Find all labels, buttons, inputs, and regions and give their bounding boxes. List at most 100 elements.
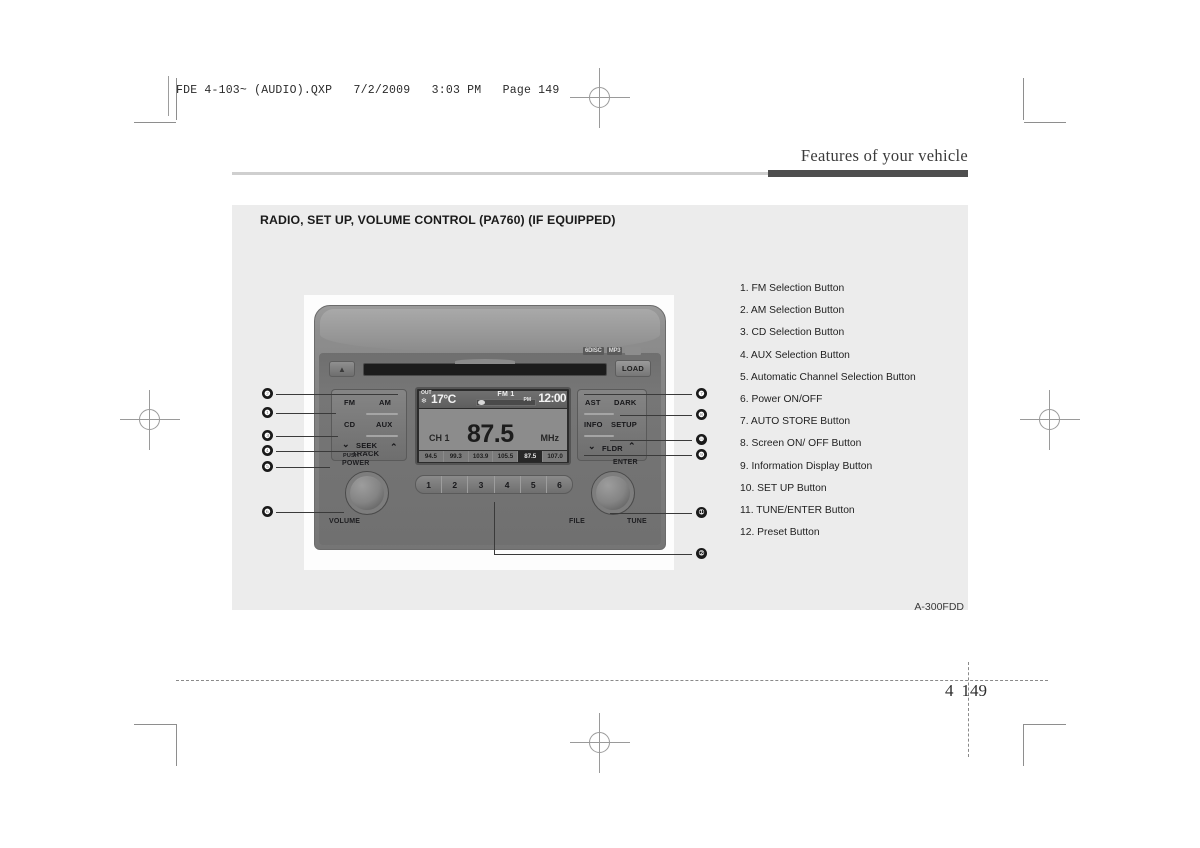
outside-temp-label: OUT: [421, 390, 432, 396]
band-label: FM 1: [497, 391, 515, 398]
fm-button[interactable]: FM: [344, 398, 355, 407]
six-disc-badge: 6DISC: [583, 347, 604, 355]
seek-up-icon[interactable]: ⌃: [390, 442, 398, 453]
clock-time: 12:00: [538, 391, 566, 405]
crop-mark-br-h: [1024, 724, 1066, 725]
list-item: 8. Screen ON/ OFF Button: [740, 438, 862, 450]
list-item: 5. Automatic Channel Selection Button: [740, 371, 916, 383]
callout-marker-8: ❽: [696, 409, 707, 420]
leader-line: [584, 394, 692, 395]
list-item: 1. FM Selection Button: [740, 283, 845, 294]
callout-marker-10: ❿: [696, 434, 707, 445]
preset-button-3[interactable]: 3: [468, 476, 495, 493]
list-item: 3. CD Selection Button: [740, 327, 845, 339]
volume-power-knob[interactable]: [345, 471, 389, 515]
page-number-chapter: 4: [945, 681, 954, 700]
setup-button[interactable]: SETUP: [611, 420, 637, 429]
dark-button[interactable]: DARK: [614, 398, 636, 407]
page-number: 4 149: [945, 681, 987, 701]
preset-button-6[interactable]: 6: [547, 476, 572, 493]
am-button[interactable]: AM: [379, 398, 391, 407]
section-heading: RADIO, SET UP, VOLUME CONTROL (PA760) (I…: [260, 213, 616, 227]
chapter-title: Features of your vehicle: [800, 146, 968, 165]
callout-marker-2: ❷: [262, 388, 273, 399]
registration-mark-top: [570, 68, 630, 128]
volume-label: VOLUME: [329, 518, 361, 525]
frequency-value: 87.5: [467, 420, 514, 448]
callout-marker-4: ❹: [262, 445, 273, 456]
crop-mark-tr-h: [1024, 122, 1066, 123]
lcd-preset-2: 99.3: [444, 451, 469, 462]
lcd-preset-1: 94.5: [419, 451, 444, 462]
crop-mark-bl-h: [134, 724, 176, 725]
power-label: POWER: [342, 460, 370, 467]
crop-mark-tl-h: [134, 122, 176, 123]
eject-button[interactable]: ▲: [329, 361, 355, 377]
preset-button-1[interactable]: 1: [416, 476, 443, 493]
list-item: 2. AM Selection Button: [740, 305, 845, 317]
lcd-preset-4: 105.5: [493, 451, 519, 462]
push-label: PUSH: [343, 453, 360, 459]
media-format-badges: 6DISC MP3: [583, 347, 642, 355]
leader-line-vertical: [494, 502, 495, 554]
figure-code: A-300FDD: [914, 601, 964, 613]
preset-button-5[interactable]: 5: [521, 476, 547, 493]
preset-button-4[interactable]: 4: [495, 476, 521, 493]
callout-legend: 1. FM Selection Button 2. AM Selection B…: [740, 283, 976, 549]
list-item: 11. TUNE/ENTER Button: [740, 504, 855, 516]
file-stamp: FDE 4-103~ (AUDIO).QXP 7/2/2009 3:03 PM …: [176, 84, 560, 97]
lcd-status-bar: OUT ❄ 17°C FM 1 PM 12:00: [419, 390, 567, 408]
registration-mark-bottom: [570, 713, 630, 773]
figure-panel: RADIO, SET UP, VOLUME CONTROL (PA760) (I…: [232, 205, 968, 613]
cd-button[interactable]: CD: [344, 420, 355, 429]
callout-marker-11: ➀: [696, 507, 707, 518]
bank-divider: [584, 435, 614, 437]
chapter-rule-light: [232, 172, 768, 175]
footer-crop-line-vertical: [968, 662, 969, 757]
info-button[interactable]: INFO: [584, 420, 603, 429]
enter-label: ENTER: [613, 459, 638, 466]
folder-down-icon[interactable]: ⌄: [588, 441, 596, 452]
crop-mark-tr-v: [1023, 78, 1024, 120]
list-item: 12. Preset Button: [740, 527, 820, 539]
seek-down-icon[interactable]: ⌄: [342, 439, 350, 450]
tune-knob-group: ENTER FILE TUNE: [569, 459, 647, 525]
page-number-value: 149: [961, 681, 988, 700]
footer-crop-line: [176, 680, 1048, 681]
leader-line: [276, 467, 330, 468]
bank-divider: [366, 413, 398, 415]
lcd-preset-3: 103.9: [469, 451, 494, 462]
leader-line: [620, 415, 692, 416]
callout-marker-7: ❼: [696, 388, 707, 399]
lcd-preset-6: 107.0: [547, 453, 563, 460]
function-button-bank: AST DARK INFO SETUP ⌄ FLDR ⌃: [577, 389, 647, 461]
tune-label: TUNE: [627, 518, 647, 525]
frequency-unit: MHz: [540, 433, 560, 443]
leader-line: [494, 554, 692, 555]
registration-mark-right: [1020, 390, 1080, 450]
callout-marker-9: ❾: [696, 449, 707, 460]
leader-line: [276, 436, 338, 437]
aux-button[interactable]: AUX: [376, 420, 392, 429]
leader-line: [276, 512, 344, 513]
ast-button[interactable]: AST: [585, 398, 601, 407]
crop-mark-bl-v: [176, 724, 177, 766]
head-unit-top-bezel: [320, 309, 660, 351]
callout-marker-1: ❶: [262, 407, 273, 418]
lcd-main-area: CH 1 87.5 MHz: [419, 409, 567, 450]
format-badge: [625, 347, 642, 355]
preset-button-2[interactable]: 2: [442, 476, 469, 493]
tune-enter-knob[interactable]: [591, 471, 635, 515]
callout-marker-6: ❻: [262, 506, 273, 517]
lcd-preset-strip: 94.5 99.3 103.9 105.5 87.5 107.0: [419, 451, 567, 462]
crop-mark-br-v: [1023, 724, 1024, 766]
preset-button-row: 1 2 3 4 5 6: [415, 475, 573, 494]
folder-up-icon[interactable]: ⌃: [628, 441, 636, 452]
lcd-preset-5-selected: 87.5: [518, 451, 544, 462]
bank-divider: [366, 435, 398, 437]
load-button[interactable]: LOAD: [615, 360, 651, 377]
list-item: 7. AUTO STORE Button: [740, 416, 851, 428]
clock-meridiem: PM: [523, 397, 532, 403]
leader-line: [276, 413, 336, 414]
leader-line: [584, 455, 692, 456]
